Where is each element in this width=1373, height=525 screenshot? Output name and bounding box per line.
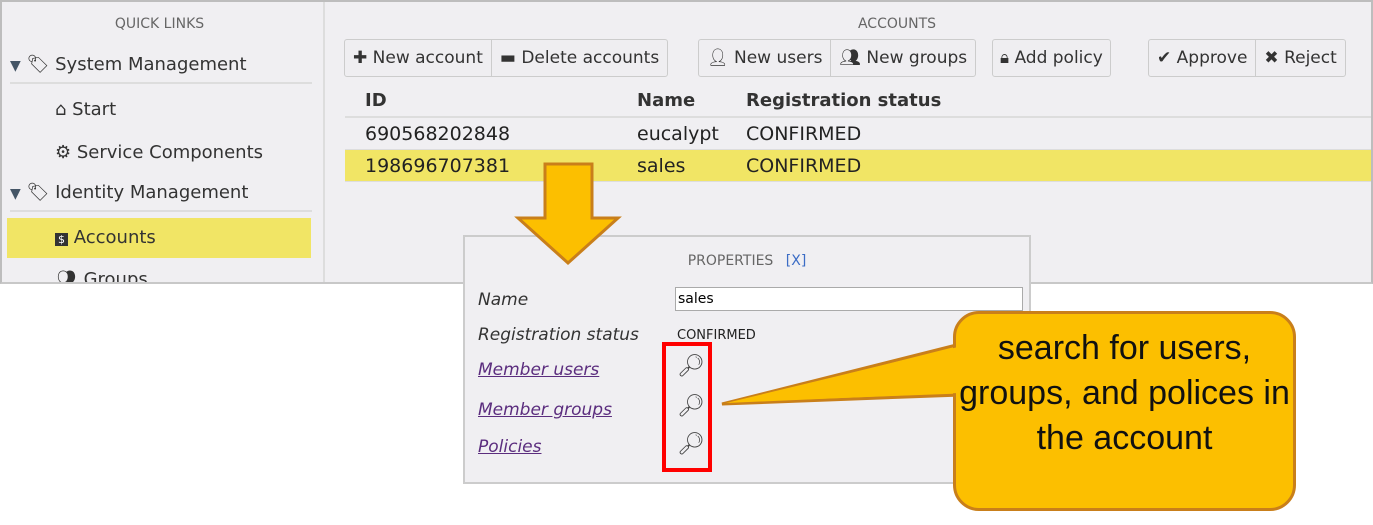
callout-pointer-fill bbox=[726, 347, 958, 403]
